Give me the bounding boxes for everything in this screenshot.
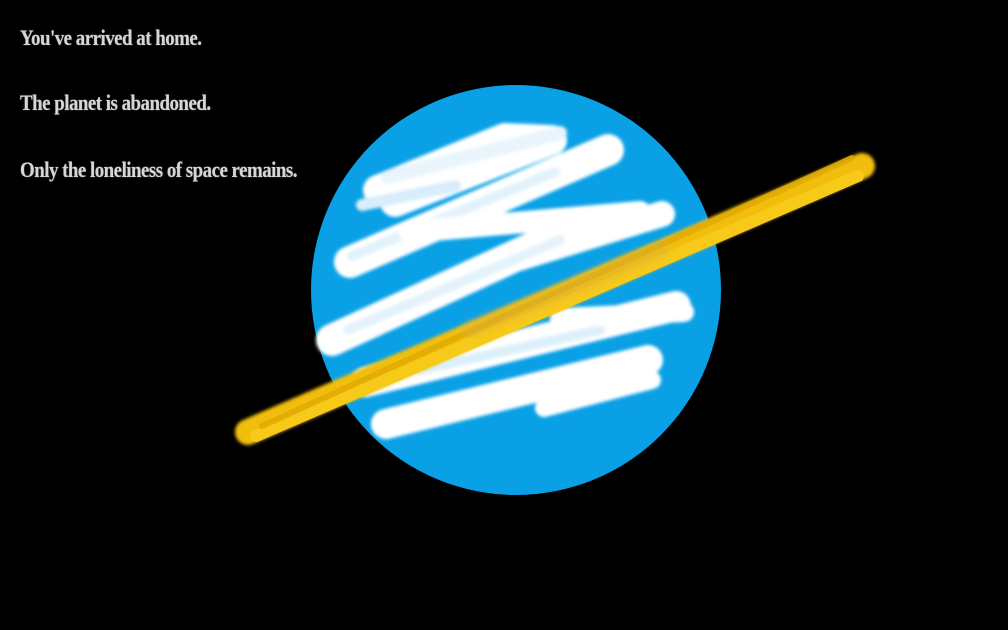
game-screen: You've arrived at home. The planet is ab…: [0, 0, 1008, 630]
story-line-arrived: You've arrived at home.: [20, 25, 202, 50]
story-line-loneliness: Only the loneliness of space remains.: [20, 157, 298, 182]
story-line-abandoned: The planet is abandoned.: [20, 90, 211, 115]
